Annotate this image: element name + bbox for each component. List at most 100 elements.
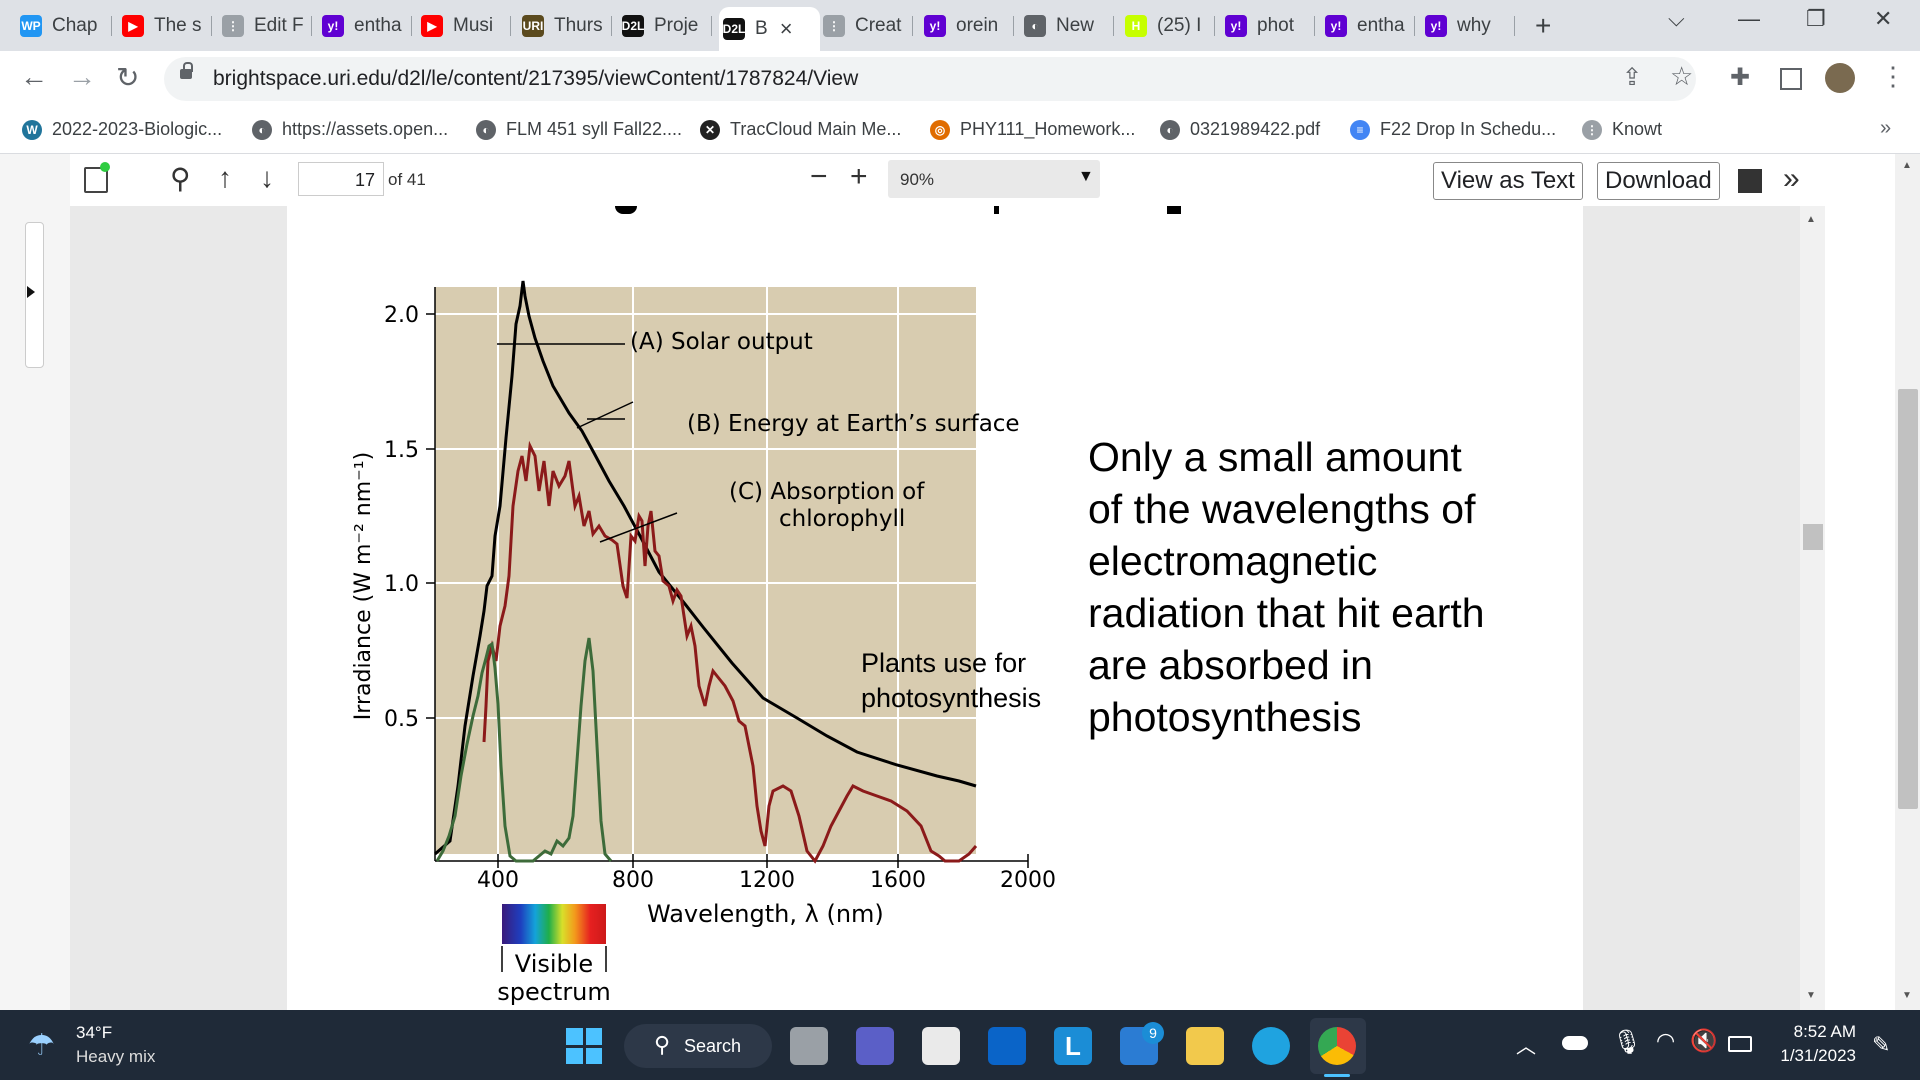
search-icon[interactable]: ⚲	[170, 162, 191, 195]
forward-button[interactable]: →	[68, 61, 96, 93]
pdf-scrollbar[interactable]: ▲ ▼	[1800, 206, 1825, 1010]
x-tick-label: 1200	[739, 868, 795, 893]
bookmark-label: 0321989422.pdf	[1190, 119, 1321, 139]
file-explorer-icon[interactable]	[1186, 1027, 1224, 1065]
edge-browser-icon[interactable]	[1252, 1027, 1290, 1065]
globe-icon: ◐	[476, 119, 496, 140]
scroll-down-icon[interactable]: ▼	[1806, 990, 1816, 1001]
outer-scroll-down-icon[interactable]: ▼	[1902, 990, 1912, 1001]
bookmark-item[interactable]: ◐ 0321989422.pdf	[1160, 119, 1320, 140]
bookmark-item[interactable]: ◐ https://assets.open...	[252, 119, 448, 140]
weather-temperature[interactable]: 34°F	[76, 1023, 112, 1043]
restore-button[interactable]: ❐	[1806, 6, 1826, 32]
microphone-icon[interactable]: 🎙	[1612, 1028, 1642, 1057]
tab-favicon-icon: ⋮	[823, 15, 845, 37]
battery-icon[interactable]	[1728, 1036, 1752, 1052]
taskbar-search-box[interactable]: ⚲ Search	[624, 1024, 772, 1068]
tab-separator	[510, 16, 511, 36]
browser-tab[interactable]: URI Thurs	[522, 9, 612, 43]
volume-muted-icon[interactable]: 🔇	[1690, 1028, 1717, 1054]
reload-button[interactable]: ↻	[116, 61, 139, 94]
tab-search-chevron-icon[interactable]: ⌵	[1668, 6, 1685, 32]
minimize-button[interactable]: —	[1738, 6, 1760, 32]
onedrive-cloud-icon[interactable]	[1562, 1036, 1588, 1050]
chevron-down-icon: ▼	[1078, 168, 1094, 185]
browser-tab[interactable]: ▶ Musi	[421, 9, 511, 43]
browser-tab[interactable]: H (25) I	[1125, 9, 1215, 43]
close-window-button[interactable]: ✕	[1874, 6, 1892, 32]
more-bookmarks-chevron-icon[interactable]: »	[1880, 117, 1891, 140]
outer-scroll-up-icon[interactable]: ▲	[1902, 160, 1912, 171]
slide-text-line: electromagnetic	[1088, 538, 1377, 584]
bookmark-item[interactable]: W 2022-2023-Biologic...	[22, 119, 222, 140]
more-tools-chevron-icon[interactable]: »	[1783, 162, 1800, 196]
browser-tab[interactable]: y! entha	[1325, 9, 1415, 43]
previous-page-icon[interactable]: ↑	[218, 162, 232, 194]
bookmark-star-icon[interactable]: ☆	[1670, 61, 1693, 92]
expand-triangle-icon[interactable]	[27, 286, 35, 298]
task-view-icon[interactable]	[790, 1027, 828, 1065]
clock-date[interactable]: 1/31/2023	[1774, 1046, 1856, 1066]
extensions-icon[interactable]: ✚	[1730, 63, 1750, 92]
mail-icon[interactable]	[988, 1027, 1026, 1065]
bookmark-item[interactable]: ≡ F22 Drop In Schedu...	[1350, 119, 1556, 140]
tab-favicon-icon: H	[1125, 15, 1147, 37]
weather-rain-icon[interactable]: ☂	[28, 1028, 55, 1063]
x-tick-label: 800	[612, 868, 654, 893]
notifications-icon[interactable]: ✎	[1872, 1032, 1890, 1058]
zoom-out-button[interactable]: −	[810, 160, 828, 194]
bookmark-item[interactable]: ◎ PHY111_Homework...	[930, 119, 1135, 140]
tab-title: Chap	[52, 15, 98, 36]
browser-tab[interactable]: D2L Proje	[622, 9, 712, 43]
weather-condition[interactable]: Heavy mix	[76, 1047, 155, 1067]
browser-tab[interactable]: D2L B ×	[719, 7, 820, 51]
teams-chat-icon[interactable]	[856, 1027, 894, 1065]
browser-tab[interactable]: y! orein	[924, 9, 1014, 43]
wifi-icon[interactable]: ◠	[1656, 1028, 1675, 1054]
clock-time[interactable]: 8:52 AM	[1780, 1022, 1856, 1042]
share-icon[interactable]: ⇪	[1622, 63, 1642, 92]
close-tab-icon[interactable]: ×	[780, 16, 793, 42]
browser-tab[interactable]: ⋮ Edit F	[222, 9, 312, 43]
download-button[interactable]: Download	[1597, 162, 1720, 200]
scroll-up-icon[interactable]: ▲	[1806, 214, 1816, 225]
tab-favicon-icon: y!	[1325, 15, 1347, 37]
slide-text-line: are absorbed in	[1088, 642, 1373, 688]
solar-spectrum-figure: 2.0 1.5 1.0 0.5 400 800 1200 1600 2000 I…	[351, 280, 1485, 1006]
bookmark-item[interactable]: ✕ TracCloud Main Me...	[700, 119, 901, 140]
browser-tab[interactable]: ◐ New	[1024, 9, 1114, 43]
view-as-text-button[interactable]: View as Text	[1433, 162, 1583, 200]
new-tab-button[interactable]: +	[1535, 9, 1565, 43]
pdf-scroll-thumb[interactable]	[1803, 524, 1823, 550]
browser-tab[interactable]: y! phot	[1225, 9, 1315, 43]
x-tick-label: 2000	[1000, 868, 1056, 893]
page-scroll-thumb[interactable]	[1898, 389, 1918, 809]
menu-kebab-icon[interactable]: ⋮	[1880, 61, 1906, 92]
start-windows-icon[interactable]	[566, 1028, 602, 1064]
notification-badge: 9	[1142, 1022, 1164, 1044]
presentation-mode-icon[interactable]	[1738, 169, 1762, 193]
tray-overflow-chevron-icon[interactable]: ︿	[1516, 1030, 1536, 1059]
browser-tab[interactable]: y! why	[1425, 9, 1515, 43]
page-scrollbar[interactable]: ▲ ▼	[1895, 154, 1920, 1010]
browser-tab[interactable]: ⋮ Creat	[823, 9, 913, 43]
zoom-select[interactable]: 90% ▼	[888, 160, 1100, 198]
side-panel-icon[interactable]	[1780, 68, 1802, 90]
microsoft-store-icon[interactable]	[922, 1027, 960, 1065]
browser-tab[interactable]: y! entha	[322, 9, 412, 43]
page-number-input[interactable]: 17	[298, 162, 384, 196]
profile-avatar[interactable]	[1825, 63, 1855, 93]
browser-tab[interactable]: ▶ The s	[122, 9, 212, 43]
knowt-icon: ⋮	[1582, 119, 1602, 140]
slide-body-text: Only a small amount of the wavelengths o…	[1088, 434, 1485, 740]
bookmark-item[interactable]: ◐ FLM 451 syll Fall22....	[476, 119, 682, 140]
zoom-in-button[interactable]: +	[850, 160, 868, 194]
browser-tab[interactable]: WP Chap	[20, 9, 112, 43]
next-page-icon[interactable]: ↓	[260, 162, 274, 194]
url-text[interactable]: brightspace.uri.edu/d2l/le/content/21739…	[213, 67, 858, 91]
chrome-browser-icon[interactable]	[1318, 1027, 1356, 1065]
l-app-icon[interactable]: L	[1054, 1027, 1092, 1065]
tab-title: Thurs	[554, 15, 603, 36]
back-button[interactable]: ←	[20, 61, 48, 93]
bookmark-item[interactable]: ⋮ Knowt	[1582, 119, 1662, 140]
